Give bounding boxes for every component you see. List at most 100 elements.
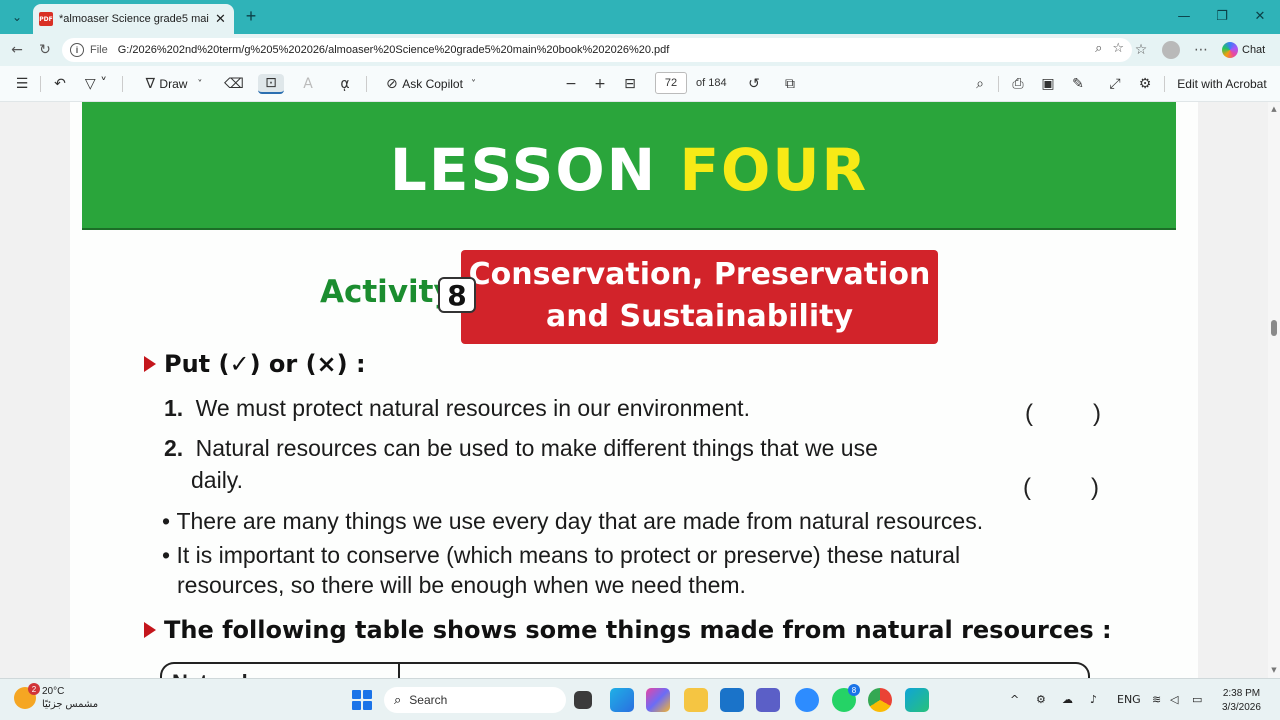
pdf-page: LESSON FOUR Activity Conservation, Prese… bbox=[70, 102, 1198, 678]
question-text: We must protect natural resources in our… bbox=[195, 395, 750, 421]
restore-icon[interactable]: ❐ bbox=[1210, 6, 1234, 26]
copilot-chat-button[interactable]: Chat bbox=[1222, 41, 1265, 59]
chevron-down-icon: ˅ bbox=[197, 78, 203, 90]
table-heading-text: The following table shows some things ma… bbox=[164, 616, 1112, 644]
close-window-icon[interactable]: ✕ bbox=[1248, 6, 1272, 26]
weather-sun-icon: 2 bbox=[14, 683, 40, 709]
minimize-icon[interactable]: — bbox=[1172, 6, 1196, 26]
close-tab-icon[interactable]: ✕ bbox=[215, 11, 226, 27]
tray-settings-icon[interactable]: ⚙ bbox=[1036, 693, 1046, 706]
save-icon[interactable]: ▣ bbox=[1038, 74, 1058, 94]
pdf-viewport[interactable]: LESSON FOUR Activity Conservation, Prese… bbox=[0, 102, 1268, 678]
text-box-icon[interactable]: ⊡ bbox=[258, 74, 284, 94]
bullet-text: There are many things we use every day t… bbox=[176, 508, 984, 534]
scrollbar-thumb[interactable] bbox=[1271, 320, 1277, 336]
favorite-star-icon[interactable]: ☆ bbox=[1112, 41, 1124, 56]
zoom-out-icon[interactable]: − bbox=[562, 74, 580, 94]
clock-date: 3/3/2026 bbox=[1222, 702, 1261, 713]
page-view-icon[interactable]: ⧉ bbox=[780, 74, 800, 94]
scroll-up-icon[interactable]: ▲ bbox=[1270, 105, 1278, 113]
table-heading: The following table shows some things ma… bbox=[144, 616, 1112, 644]
teams-icon[interactable] bbox=[756, 688, 780, 712]
question-number: 2. bbox=[164, 435, 184, 461]
question-number: 1. bbox=[164, 395, 184, 421]
print-icon[interactable]: ⎙ bbox=[1008, 74, 1028, 94]
highlight-icon[interactable]: ▽ ˅ bbox=[78, 74, 114, 94]
separator bbox=[998, 76, 999, 92]
taskbar-search[interactable]: ⌕ Search bbox=[384, 687, 566, 713]
whatsapp-icon[interactable]: 8 bbox=[832, 684, 860, 712]
wifi-icon[interactable]: ≋ bbox=[1152, 693, 1161, 706]
separator bbox=[1164, 76, 1165, 92]
resources-table bbox=[160, 662, 1090, 678]
favorites-icon[interactable]: ☆ bbox=[1132, 41, 1150, 59]
fit-page-icon[interactable]: ⊟ bbox=[620, 74, 640, 94]
ask-copilot-button[interactable]: ⊘ Ask Copilot ˅ bbox=[376, 74, 486, 94]
back-arrow-icon[interactable]: ← bbox=[8, 41, 26, 59]
active-tab[interactable]: PDF *almoaser Science grade5 main bo ✕ bbox=[33, 4, 234, 34]
settings-gear-icon[interactable]: ⚙ bbox=[1135, 74, 1155, 94]
system-clock[interactable]: 2:38 PM 3/3/2026 bbox=[1222, 687, 1261, 715]
tab-list-chevron-icon[interactable]: ⌄ bbox=[6, 7, 28, 27]
activity-number: 8 bbox=[438, 277, 476, 313]
scroll-down-icon[interactable]: ▼ bbox=[1270, 666, 1278, 674]
tab-bar: ⌄ PDF *almoaser Science grade5 main bo ✕… bbox=[0, 0, 1280, 34]
new-tab-plus-icon[interactable]: + bbox=[241, 6, 261, 26]
table-of-contents-icon[interactable]: ☰ bbox=[12, 74, 32, 94]
onedrive-cloud-icon[interactable]: ☁ bbox=[1062, 693, 1073, 706]
windows-taskbar: 2 20°C مشمس جزئيًا ⌕ Search 8 ^ ⚙ ☁ ♪ EN… bbox=[0, 678, 1280, 720]
copilot-app-icon[interactable] bbox=[646, 688, 670, 712]
page-total: of 184 bbox=[696, 77, 727, 89]
rotate-icon[interactable]: ↺ bbox=[744, 74, 764, 94]
banner-title: LESSON FOUR bbox=[82, 136, 1176, 204]
full-screen-icon[interactable]: ⤢ bbox=[1105, 74, 1125, 94]
separator bbox=[122, 76, 123, 92]
microsoft-store-icon[interactable] bbox=[720, 688, 744, 712]
weather-widget[interactable]: 2 20°C مشمس جزئيًا bbox=[14, 683, 98, 711]
edit-with-acrobat-button[interactable]: Edit with Acrobat bbox=[1170, 74, 1274, 94]
save-as-icon[interactable]: ✎ bbox=[1068, 74, 1088, 94]
undo-icon[interactable]: ↶ bbox=[50, 74, 70, 94]
chrome-icon[interactable] bbox=[868, 688, 892, 712]
edge-dev-icon[interactable] bbox=[905, 688, 929, 712]
start-windows-icon[interactable] bbox=[352, 690, 372, 710]
question-2: 2. Natural resources can be used to make… bbox=[164, 432, 878, 464]
ask-copilot-label: Ask Copilot bbox=[402, 77, 463, 91]
address-input[interactable]: i File G:/2026%202nd%20term/g%205%202026… bbox=[62, 38, 1132, 62]
address-bar-row: ← ↻ i File G:/2026%202nd%20term/g%205%20… bbox=[0, 34, 1280, 66]
more-options-icon[interactable]: ⋯ bbox=[1192, 41, 1210, 59]
search-icon[interactable]: ⌕ bbox=[970, 74, 990, 94]
edge-browser-icon[interactable] bbox=[610, 688, 634, 712]
triangle-bullet-icon bbox=[144, 356, 156, 372]
instruction-heading: Put (✓) or (×) : bbox=[144, 350, 366, 378]
vertical-scrollbar[interactable]: ▲ ▼ bbox=[1268, 102, 1280, 678]
draw-button[interactable]: ∇ Draw ˅ bbox=[134, 74, 214, 94]
volume-icon[interactable]: ◁ bbox=[1170, 693, 1178, 706]
task-view-icon[interactable] bbox=[574, 691, 592, 709]
tray-chevron-up-icon[interactable]: ^ bbox=[1010, 693, 1019, 706]
eraser-icon[interactable]: ⌫ bbox=[224, 74, 244, 94]
text-format-icon[interactable]: A bbox=[298, 74, 318, 94]
profile-avatar[interactable] bbox=[1162, 41, 1180, 59]
separator bbox=[40, 76, 41, 92]
info-icon[interactable]: i bbox=[70, 43, 84, 57]
zoom-in-icon[interactable]: + bbox=[591, 74, 609, 94]
file-explorer-icon[interactable] bbox=[684, 688, 708, 712]
language-indicator[interactable]: ENG bbox=[1117, 693, 1141, 706]
url-text[interactable]: G:/2026%202nd%20term/g%205%202026/almoas… bbox=[118, 44, 670, 56]
pdf-toolbar: ☰ ↶ ▽ ˅ ∇ Draw ˅ ⌫ ⊡ A ᾳ ⊘ Ask Copilot ˅… bbox=[0, 66, 1280, 102]
question-text: Natural resources can be used to make di… bbox=[195, 435, 878, 461]
notification-badge: 2 bbox=[28, 683, 40, 695]
separator bbox=[366, 76, 367, 92]
question-2-continued: daily. bbox=[191, 467, 243, 493]
read-aloud-icon[interactable]: ᾳ bbox=[334, 74, 356, 94]
zoom-app-icon[interactable] bbox=[795, 688, 819, 712]
clock-time: 2:38 PM bbox=[1222, 688, 1261, 699]
microphone-icon[interactable]: ♪ bbox=[1090, 693, 1097, 706]
battery-icon[interactable]: ▭ bbox=[1192, 693, 1202, 706]
zoom-icon[interactable]: ⌕ bbox=[1095, 41, 1102, 56]
whatsapp-badge: 8 bbox=[848, 684, 860, 696]
page-number-input[interactable]: 72 bbox=[655, 72, 687, 94]
refresh-icon[interactable]: ↻ bbox=[36, 41, 54, 59]
answer-blank-2: () bbox=[1023, 474, 1099, 501]
